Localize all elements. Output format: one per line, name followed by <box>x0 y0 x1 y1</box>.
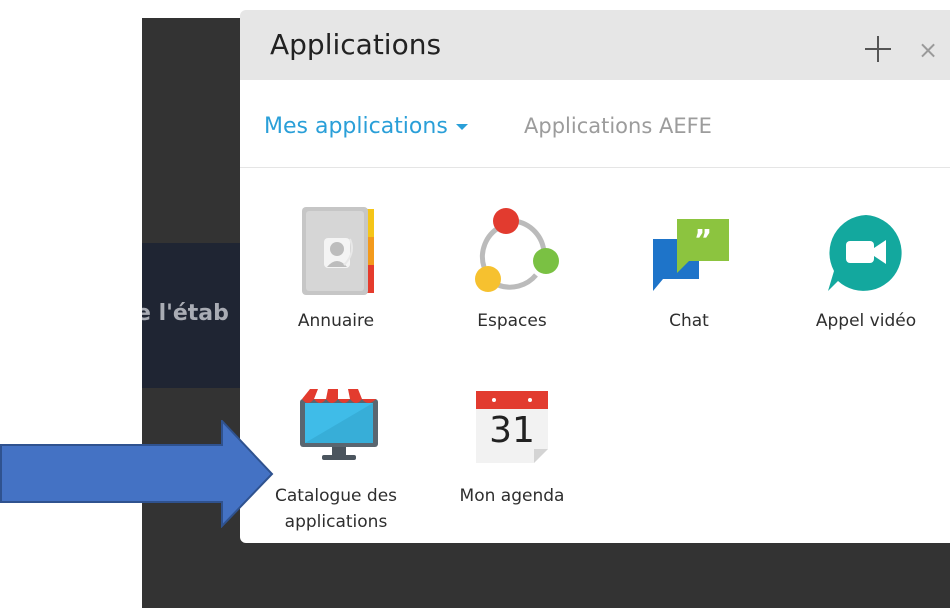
background-banner: e l'étab <box>142 243 242 388</box>
chat-bubbles-icon: ” <box>653 219 729 291</box>
app-annuaire[interactable]: Annuaire <box>256 205 416 355</box>
tab-applications-aefe[interactable]: Applications AEFE <box>524 114 712 138</box>
background-partial-text: e l'étab <box>142 301 229 326</box>
app-chat[interactable]: ” Chat <box>609 205 769 355</box>
app-label: Annuaire <box>297 311 375 331</box>
plus-icon[interactable] <box>865 36 891 62</box>
video-call-icon <box>828 215 902 291</box>
panel-title: Applications <box>270 28 442 61</box>
store-monitor-icon <box>300 389 378 460</box>
tab-mes-applications[interactable]: Mes applications <box>264 114 468 139</box>
caret-down-icon <box>455 124 468 130</box>
app-label: Appel vidéo <box>815 311 917 331</box>
arrow-right-icon <box>0 420 274 528</box>
app-label: Espaces <box>477 311 547 331</box>
spaces-icon <box>475 208 559 292</box>
app-mon-agenda[interactable]: 31 Mon agenda <box>432 385 592 535</box>
app-label: Mon agenda <box>459 486 565 506</box>
app-catalogue-des-applications[interactable]: Catalogue des applications <box>256 385 416 543</box>
panel-header: Applications × <box>240 10 950 80</box>
app-label-line2: applications <box>284 512 388 532</box>
svg-text:”: ” <box>694 223 712 256</box>
app-label: Chat <box>669 311 709 331</box>
app-espaces[interactable]: Espaces <box>432 205 592 355</box>
close-icon[interactable]: × <box>918 38 938 62</box>
address-book-icon <box>302 207 374 295</box>
applications-panel: Applications × Mes applications Applicat… <box>240 10 950 543</box>
tab-mes-applications-label: Mes applications <box>264 114 448 139</box>
calendar-day: 31 <box>489 410 535 451</box>
app-appel-video[interactable]: Appel vidéo <box>786 205 946 355</box>
tabs-bar: Mes applications Applications AEFE <box>240 80 950 168</box>
app-label-line1: Catalogue des <box>274 486 398 506</box>
calendar-icon: 31 <box>474 387 550 463</box>
